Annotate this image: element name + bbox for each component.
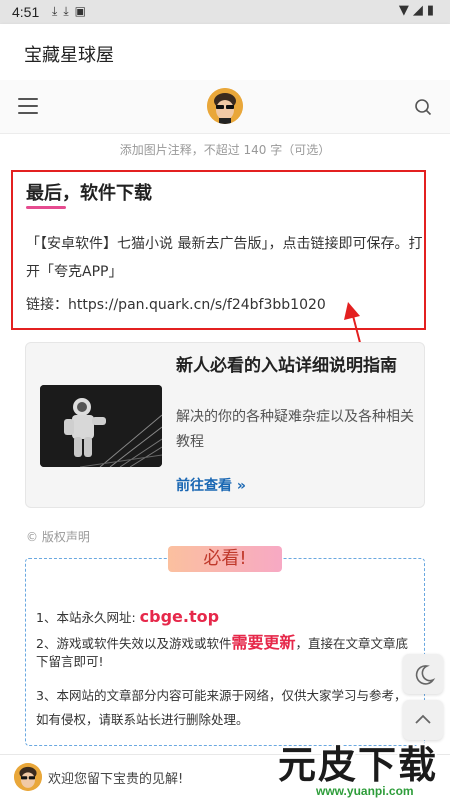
search-icon[interactable] — [414, 98, 432, 116]
comment-prompt[interactable]: 欢迎您留下宝贵的见解! — [48, 768, 183, 787]
app-title: 宝藏星球屋 — [24, 45, 114, 66]
watermark-url: www.yuanpi.com — [316, 784, 414, 798]
image-caption: 添加图片注释，不超过 140 字（可选） — [119, 143, 331, 157]
copyright-notice[interactable]: © 版权声明 — [26, 528, 90, 545]
download-paragraph: 「【安卓软件】七猫小说 最新去广告版」，点击链接即可保存。打开「夸克APP」 — [26, 236, 423, 280]
card-description: 解决的你的各种疑难杂症以及各种相关教程 — [176, 409, 414, 450]
app-bar: 宝藏星球屋 — [0, 24, 450, 80]
section-heading: 最后，软件下载 — [26, 183, 152, 204]
site-url[interactable]: cbge.top — [140, 607, 219, 626]
site-header — [0, 80, 450, 134]
battery-icon: ▮ — [426, 3, 438, 18]
notice-line-2: 2、游戏或软件失效以及游戏或软件需要更新，直接在文章文章底下留言即可! — [36, 633, 408, 670]
download-link[interactable]: 链接：https://pan.quark.cn/s/f24bf3bb1020 — [26, 294, 326, 314]
notice-badge: 必看! — [168, 546, 282, 572]
menu-icon[interactable] — [18, 98, 38, 114]
signal-icon: ◢ — [412, 3, 427, 18]
wifi-icon: ▼ — [398, 3, 413, 18]
card-title: 新人必看的入站详细说明指南 — [176, 356, 397, 376]
heading-underline — [26, 206, 66, 209]
avatar — [14, 763, 42, 791]
astronaut-image — [40, 385, 162, 467]
moon-icon — [415, 665, 436, 685]
watermark: 元皮下载 www.yuanpi.com — [272, 728, 450, 800]
status-time: 4:51 — [12, 4, 40, 20]
watermark-title: 元皮下载 — [278, 743, 439, 787]
notice-line-3: 3、本网站的文章部分内容可能来源于网络，仅供大家学习与参考，如有侵权，请联系站长… — [36, 688, 407, 727]
guide-card[interactable]: 新人必看的入站详细说明指南 解决的你的各种疑难杂症以及各种相关教程 前往查看 » — [25, 342, 425, 508]
theme-toggle-button[interactable] — [403, 654, 443, 694]
update-highlight: 需要更新 — [231, 633, 296, 652]
status-bar: 4:51 ⤓⤓▣ ▼◢▮ — [0, 0, 450, 24]
app-a-icon: ▣ — [74, 4, 92, 18]
article-content: 添加图片注释，不超过 140 字（可选） 最后，软件下载 「【安卓软件】七猫小说… — [0, 134, 450, 754]
notice-line-1: 1、本站永久网址: cbge.top — [36, 607, 220, 626]
status-notification-icons: ⤓⤓▣ — [52, 4, 92, 19]
download-icon: ⤓ — [52, 4, 64, 18]
status-system-icons: ▼◢▮ — [399, 3, 438, 18]
site-logo-avatar[interactable] — [207, 88, 243, 124]
download-icon: ⤓ — [63, 4, 75, 18]
card-view-link[interactable]: 前往查看 » — [176, 475, 246, 495]
